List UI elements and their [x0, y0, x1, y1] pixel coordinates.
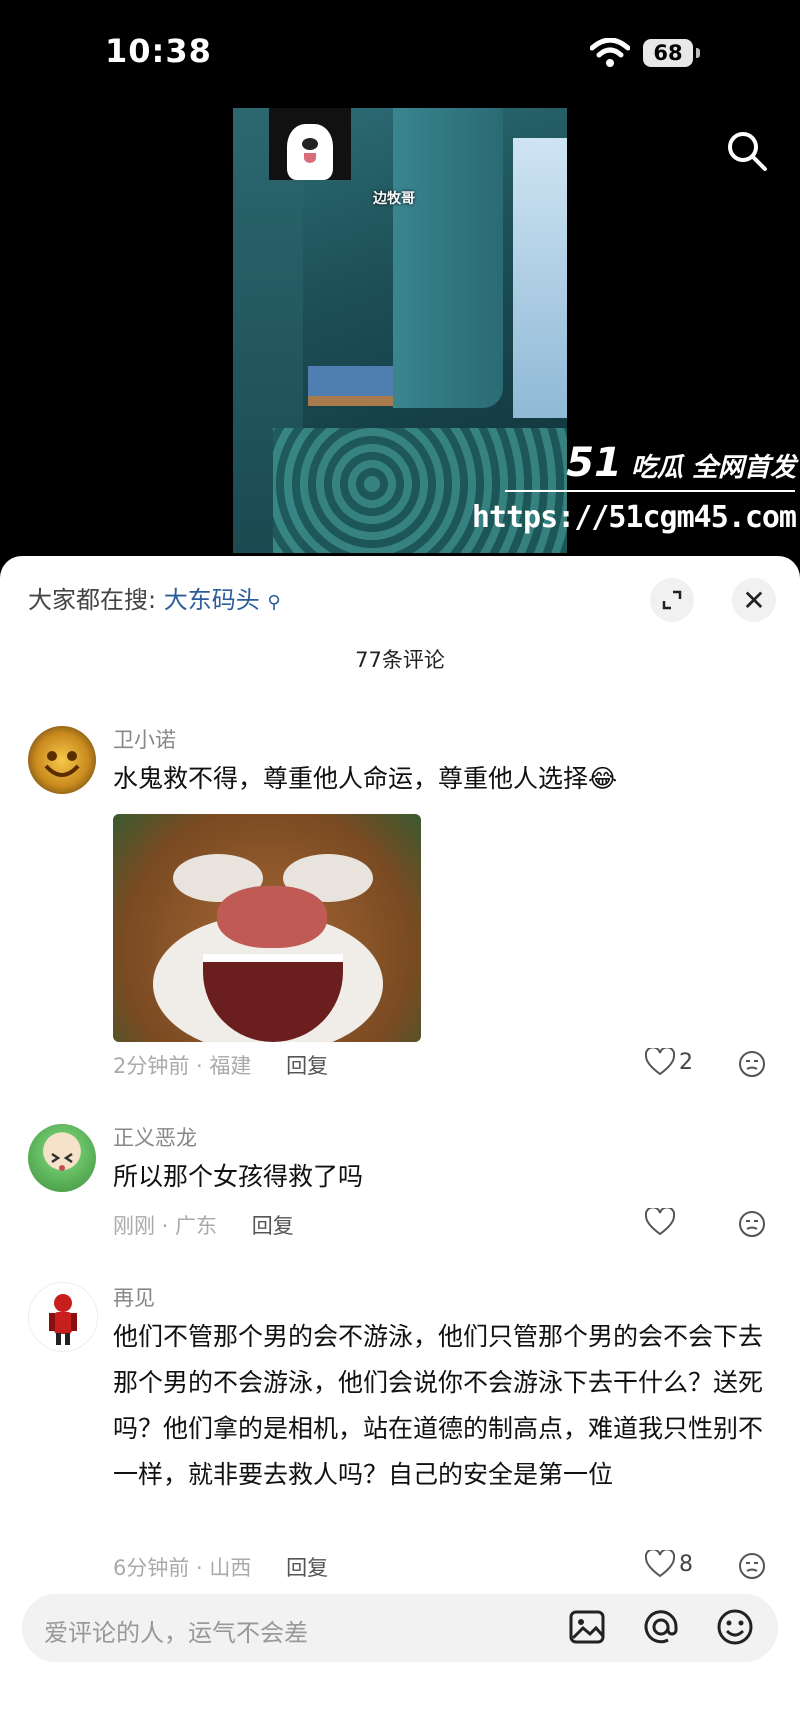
- image-icon[interactable]: [568, 1608, 606, 1650]
- dislike-face-icon: [739, 1553, 765, 1579]
- comment-meta: 2分钟前 · 福建 回复: [113, 1050, 328, 1080]
- video-scene-bed: [308, 366, 393, 406]
- battery-indicator: 68: [643, 39, 693, 67]
- video-scene-sky: [513, 138, 567, 418]
- creator-dog-avatar: [269, 108, 351, 180]
- reply-button[interactable]: 回复: [286, 1054, 328, 1078]
- wifi-icon: [589, 37, 631, 72]
- dislike-button[interactable]: [738, 1552, 766, 1584]
- username[interactable]: 卫小诺: [113, 724, 176, 754]
- avatar[interactable]: [28, 1124, 96, 1192]
- hot-search: 大家都在搜: 大东码头 ⚲: [28, 580, 281, 615]
- mention-icon[interactable]: [642, 1608, 680, 1650]
- dislike-face-icon: [739, 1211, 765, 1237]
- comment-meta: 6分钟前 · 山西 回复: [113, 1552, 328, 1582]
- comment-text: 他们不管那个男的会不游泳，他们只管那个男的会不会下去那个男的不会游泳，他们会说你…: [113, 1322, 764, 1489]
- avatar[interactable]: [28, 726, 96, 794]
- reply-button[interactable]: 回复: [286, 1556, 328, 1580]
- comment-image[interactable]: [113, 814, 421, 1042]
- hot-search-magnifier-icon[interactable]: ⚲: [267, 592, 280, 613]
- reply-button[interactable]: 回复: [252, 1214, 294, 1238]
- like-button[interactable]: 8: [645, 1550, 693, 1578]
- comment-time-location: 6分钟前 · 山西: [113, 1556, 252, 1580]
- video-overlay-tag: 边牧哥: [373, 191, 415, 207]
- emoji-icon[interactable]: [716, 1608, 754, 1650]
- heart-icon: [645, 1208, 675, 1236]
- comment-time-location: 刚刚 · 广东: [113, 1214, 218, 1238]
- hot-search-keyword[interactable]: 大东码头: [164, 586, 260, 614]
- dislike-button[interactable]: [738, 1050, 766, 1082]
- close-button[interactable]: ✕: [732, 578, 776, 622]
- status-bar: 10:38 68: [0, 0, 800, 110]
- battery-cap: [696, 48, 700, 58]
- comment-meta: 刚刚 · 广东 回复: [113, 1210, 294, 1240]
- heart-icon: [645, 1550, 675, 1578]
- clock: 10:38: [105, 32, 212, 70]
- watermark-brand-number: 51: [566, 440, 622, 486]
- comment-time-location: 2分钟前 · 福建: [113, 1054, 252, 1078]
- video-scene-pillar: [393, 108, 503, 408]
- comment-count: 77条评论: [355, 648, 445, 672]
- close-icon: ✕: [742, 583, 766, 617]
- watermark: 51 吃瓜 全网首发 https://51cgm45.com: [472, 440, 800, 545]
- comment-text: 所以那个女孩得救了吗: [113, 1162, 364, 1191]
- like-button[interactable]: [645, 1208, 679, 1236]
- dislike-face-icon: [739, 1051, 765, 1077]
- watermark-divider: [505, 490, 795, 492]
- dislike-button[interactable]: [738, 1210, 766, 1242]
- like-count: 8: [679, 1551, 693, 1577]
- watermark-brand-text: 吃瓜 全网首发: [630, 453, 796, 483]
- expand-button[interactable]: [650, 578, 694, 622]
- username[interactable]: 正义恶龙: [113, 1122, 197, 1152]
- composer-input[interactable]: 爱评论的人，运气不会差: [44, 1613, 308, 1648]
- comment-text: 水鬼救不得，尊重他人命运，尊重他人选择😂: [113, 764, 618, 793]
- watermark-url: https://51cgm45.com: [471, 500, 797, 535]
- like-count: 2: [679, 1049, 693, 1075]
- expand-icon: [662, 590, 682, 610]
- comments-sheet: 大家都在搜: 大东码头 ⚲ ✕ 77条评论 卫小诺 水鬼救不得，尊重他人命运，尊…: [0, 556, 800, 1736]
- avatar[interactable]: [28, 1282, 98, 1352]
- like-button[interactable]: 2: [645, 1048, 693, 1076]
- hot-search-label: 大家都在搜:: [28, 586, 157, 614]
- comment-composer[interactable]: 爱评论的人，运气不会差: [22, 1594, 778, 1662]
- watermark-brand: 51 吃瓜 全网首发: [566, 440, 796, 486]
- username[interactable]: 再见: [113, 1282, 155, 1312]
- heart-icon: [645, 1048, 675, 1076]
- search-icon[interactable]: [724, 128, 770, 174]
